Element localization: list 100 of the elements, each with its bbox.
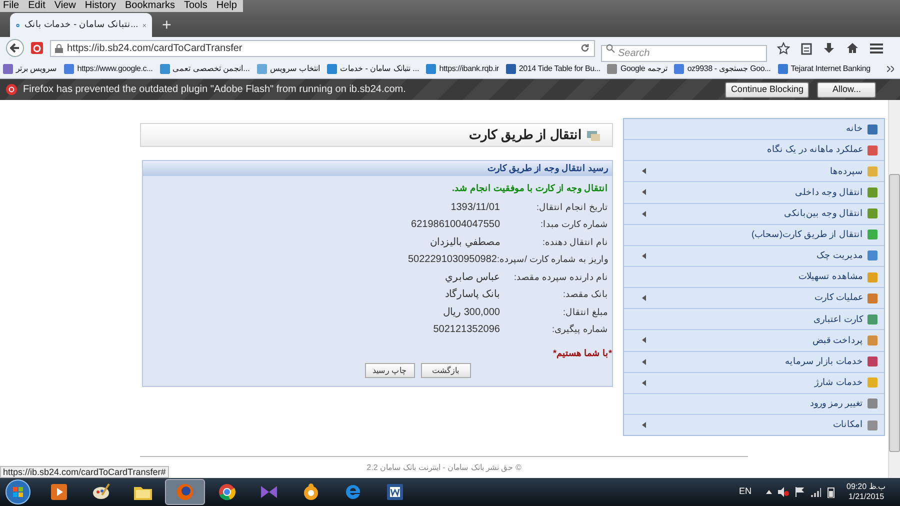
bookmark-icon — [160, 64, 170, 74]
bookmark-icon — [3, 64, 13, 74]
clipboard-icon[interactable] — [801, 42, 812, 54]
notification-button[interactable]: Continue Blocking — [724, 82, 810, 98]
bookmark-item[interactable]: ترجمه Google — [607, 62, 668, 74]
reload-icon[interactable] — [580, 43, 590, 53]
menu-item[interactable]: Edit — [28, 0, 46, 12]
notification-button[interactable]: Allow... — [817, 82, 876, 98]
success-message: انتقال وجه از کارت با موفقیت انجام شد. — [450, 182, 609, 196]
bookmark-item[interactable]: https://ibank.rqb.ir — [426, 62, 499, 74]
bookmark-item[interactable]: ...انجمن تخصصی تعمی — [160, 62, 250, 74]
field-value: 5022291030950982 — [408, 253, 497, 268]
menu-item[interactable]: File — [3, 0, 20, 12]
field-label: نام دارنده سپرده مقصد: — [512, 270, 609, 284]
bookmark-item[interactable]: oz9938 - جستجوی Goo... — [674, 62, 771, 74]
action-button[interactable]: بازگشت — [420, 363, 470, 378]
menu-item-icon — [867, 377, 878, 388]
sidebar-item[interactable]: کارت اعتباری — [624, 309, 884, 330]
field-value: عباس صابري — [445, 270, 500, 285]
field-label: واریز به شماره کارت /سپرده: — [496, 253, 609, 266]
bookmark-item[interactable]: انتخاب سرویس — [256, 62, 320, 74]
browser-tab[interactable]: ...نتبانک سامان - خدمات بانک — [10, 13, 152, 37]
sidebar-item[interactable]: مدیریت چک — [624, 246, 884, 267]
field-label: نام انتقال دهنده: — [541, 236, 609, 249]
menu-item[interactable]: History — [84, 0, 116, 12]
menu-item-icon — [867, 420, 878, 431]
flash-plugin-icon[interactable] — [30, 41, 44, 55]
language-indicator[interactable]: EN — [739, 485, 752, 499]
search-icon — [606, 44, 615, 52]
field-value: 1393/11/01 — [450, 200, 500, 215]
muted-speaker-icon[interactable] — [778, 487, 789, 497]
copyright-text: © حق نشر بانک سامان - اینترنت بانک سامان 2.2 — [366, 462, 522, 474]
download-icon[interactable] — [823, 42, 835, 54]
sidebar-item[interactable]: انتقال وجه بین‌بانکی — [624, 204, 884, 225]
back-button[interactable] — [6, 39, 24, 57]
search-field[interactable]: Search — [601, 44, 767, 62]
sidebar-item[interactable]: مشاهده تسهیلات — [624, 266, 884, 288]
bookmark-item[interactable]: Tejarat Internet Banking — [778, 62, 870, 74]
field-label: شماره پیگیری: — [550, 323, 609, 336]
bookmark-item[interactable]: https://www.google.c... — [64, 62, 153, 74]
tray-arrow-icon[interactable] — [766, 490, 772, 494]
menu-item-icon — [867, 250, 878, 262]
bookmark-icon — [327, 64, 338, 74]
app-icon — [174, 481, 196, 503]
field-label: بانک مقصد: — [562, 288, 609, 301]
status-link-text: https://ib.sb24.com/cardToCardTransfer# — [0, 466, 169, 478]
battery-icon[interactable] — [826, 486, 835, 498]
app-icon — [384, 481, 406, 503]
sidebar-item[interactable]: خدمات بازار سرمایه — [624, 352, 884, 373]
bookmark-item[interactable]: ... نتبانک سامان - خدمات — [327, 62, 420, 74]
sidebar-item[interactable]: عملکرد ماهانه در یک نگاه — [624, 140, 884, 162]
action-button[interactable]: چاپ رسید — [364, 363, 414, 378]
signal-icon[interactable] — [810, 488, 821, 496]
bookmark-item[interactable]: 2014 Tide Table for Bu... — [506, 62, 600, 74]
menu-icon[interactable] — [870, 42, 883, 54]
chevron-icon[interactable] — [887, 66, 894, 72]
menu-item-icon — [867, 166, 878, 177]
receipt-heading: رسید انتقال وجه از طریق کارت — [143, 161, 612, 176]
menu-item[interactable]: View — [54, 0, 76, 12]
menu-item-icon — [867, 334, 878, 346]
sidebar-item[interactable]: انتقال وجه داخلی — [624, 182, 884, 204]
menu-item[interactable]: Tools — [184, 0, 208, 12]
lock-icon — [55, 44, 63, 52]
bookmark-icon — [674, 64, 684, 74]
sidebar-item[interactable]: انتقال از طریق کارت(سحاب) — [624, 224, 884, 246]
sidebar-item[interactable]: سپرده‌ها — [624, 161, 884, 182]
sidebar-item[interactable]: تغییر رمز ورود — [624, 394, 884, 415]
bookmark-icon — [607, 64, 618, 74]
blocked-plugin-icon — [6, 84, 17, 95]
field-value: مصطفي باليزدان — [430, 236, 500, 250]
menu-item-icon — [867, 398, 878, 410]
menu-item-icon — [867, 144, 878, 156]
sidebar-item[interactable]: خانه — [624, 119, 884, 140]
field-value: 300,000 ریال — [443, 306, 500, 320]
sidebar-item[interactable]: امکانات — [624, 414, 884, 436]
sidebar-item[interactable]: پرداخت قبض — [624, 330, 884, 352]
flag-icon[interactable] — [794, 487, 805, 497]
menu-item-icon — [867, 356, 878, 368]
sidebar-item[interactable]: عملیات کارت — [624, 288, 884, 310]
close-icon[interactable] — [143, 22, 146, 28]
field-label: تاریخ انجام انتقال: — [535, 200, 609, 214]
star-icon[interactable] — [777, 42, 790, 54]
bookmark-icon — [256, 64, 267, 74]
menu-item-icon — [867, 229, 878, 240]
field-label: مبلغ انتقال: — [562, 306, 609, 319]
menu-item[interactable]: Help — [216, 0, 237, 12]
bookmark-icon — [426, 64, 436, 74]
menu-item[interactable]: Bookmarks — [124, 0, 175, 12]
address-bar[interactable]: https://ib.sb24.com/cardToCardTransfer — [50, 40, 595, 56]
bookmark-icon — [778, 64, 788, 74]
menu-item-icon — [867, 208, 878, 220]
app-icon — [48, 481, 70, 503]
start-button[interactable] — [5, 479, 31, 505]
new-tab-button[interactable]: + — [158, 15, 176, 37]
field-value: 502121352096 — [433, 323, 500, 338]
notification-text: Firefox has prevented the outdated plugin "Adobe Flash" from running on ib.sb24.com. — [23, 83, 407, 97]
scrollbar[interactable] — [888, 100, 900, 478]
sidebar-item[interactable]: خدمات شارژ — [624, 372, 884, 394]
home-icon[interactable] — [846, 42, 859, 54]
bookmark-item[interactable]: سرویس برتر — [3, 62, 58, 74]
